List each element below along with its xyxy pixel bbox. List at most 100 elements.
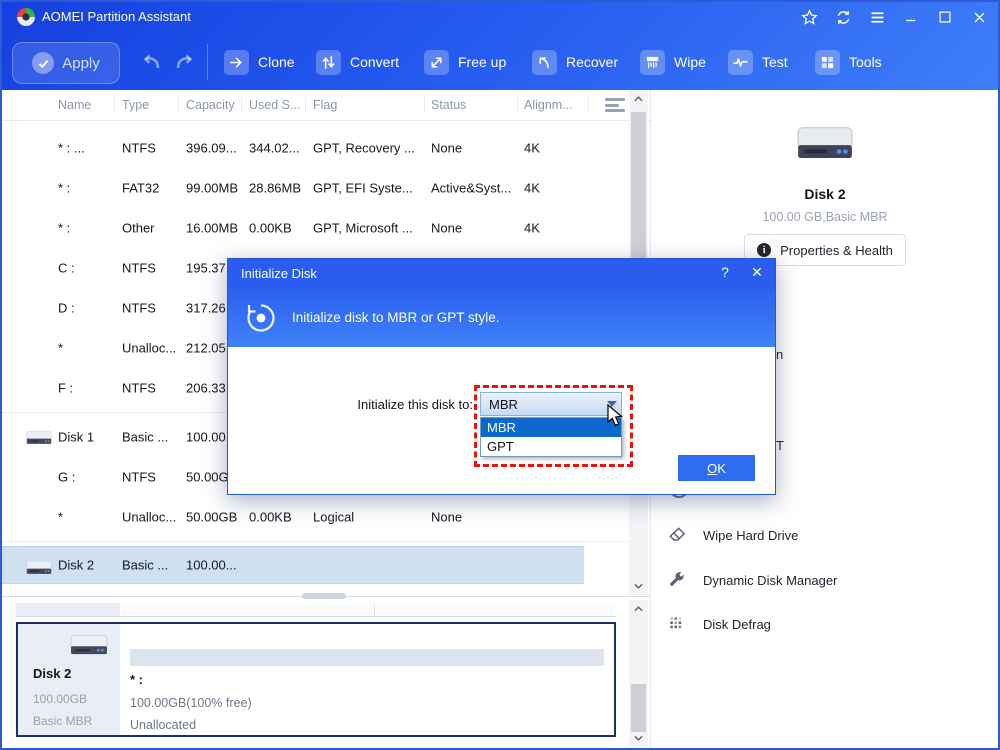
- toolbar-button-test[interactable]: Test: [728, 49, 788, 75]
- maximize-icon[interactable]: [928, 0, 962, 34]
- cell-used: 0.00KB: [249, 221, 292, 236]
- column-header-status[interactable]: Status: [431, 98, 466, 112]
- column-divider: [424, 97, 425, 113]
- disk-row-disk2[interactable]: Disk 2Basic ...100.00...: [0, 546, 584, 584]
- sidebar-item-label: Dynamic Disk Manager: [703, 573, 837, 588]
- partition-row-[interactable]: * :FAT3299.00MB28.86MBGPT, EFI Syste...A…: [0, 168, 628, 208]
- disk-icon: [26, 559, 52, 576]
- cell-type: NTFS: [122, 381, 156, 396]
- column-header-alignm[interactable]: Alignm...: [524, 98, 573, 112]
- test-icon: [728, 50, 753, 75]
- disk-icon: [70, 633, 108, 658]
- toolbar-separator: [207, 44, 208, 80]
- scroll-up-icon[interactable]: [629, 90, 648, 108]
- sidebar-disk-title: Disk 2: [651, 186, 999, 202]
- minimize-icon[interactable]: [894, 0, 928, 34]
- toolbar-button-convert[interactable]: Convert: [316, 49, 399, 75]
- divider-handle[interactable]: [302, 593, 346, 599]
- toolbar-button-recover[interactable]: Recover: [532, 49, 618, 75]
- disk-style-combobox[interactable]: MBR: [480, 392, 622, 416]
- toolbar: Apply Clone Convert Free up Recover Wipe Test…: [0, 34, 1000, 90]
- initialize-icon: [245, 302, 277, 334]
- table-header: Name Type Capacity Used S... Flag Status Align…: [0, 90, 650, 121]
- sidebar-item-disk-defrag[interactable]: Disk Defrag: [667, 612, 771, 636]
- previous-disk-panel-edge: [16, 603, 616, 617]
- cell-type: Unalloc...: [122, 510, 176, 525]
- cell-type: NTFS: [122, 261, 156, 276]
- dialog-title: Initialize Disk: [241, 266, 317, 281]
- ok-button[interactable]: OK: [678, 455, 755, 481]
- toolbar-button-label: Test: [762, 54, 788, 70]
- partition-type: Unallocated: [130, 718, 196, 732]
- disk2-panel[interactable]: Disk 2 100.00GB Basic MBR * : 100.00GB(1…: [16, 622, 616, 737]
- refresh-icon[interactable]: [826, 0, 860, 34]
- group-separator: [0, 537, 628, 546]
- bottom-scrollbar[interactable]: [629, 600, 648, 747]
- scroll-up-icon[interactable]: [629, 600, 648, 618]
- disk2-panel-label: Disk 2 100.00GB Basic MBR: [18, 624, 120, 735]
- scroll-down-icon[interactable]: [629, 729, 648, 747]
- properties-health-label: Properties & Health: [780, 243, 893, 258]
- dropdown-option-mbr[interactable]: MBR: [481, 418, 621, 437]
- toolbar-button-label: Tools: [849, 54, 882, 70]
- cell-type: FAT32: [122, 181, 159, 196]
- mouse-cursor: [607, 404, 625, 430]
- partition-row-[interactable]: *Unalloc...50.00GB0.00KBLogicalNone: [0, 497, 628, 537]
- cell-name: D :: [58, 301, 75, 316]
- toolbar-button-label: Wipe: [674, 54, 706, 70]
- cell-status: None: [431, 221, 462, 236]
- cell-capacity: 396.09...: [186, 141, 237, 156]
- view-options-icon[interactable]: [605, 98, 625, 112]
- toolbar-button-wipe[interactable]: Wipe: [640, 49, 706, 75]
- column-header-capacity[interactable]: Capacity: [186, 98, 235, 112]
- freeup-icon: [424, 50, 449, 75]
- close-icon[interactable]: [962, 0, 996, 34]
- initialize-disk-dialog: Initialize Disk ? ✕ Initialize disk to M…: [227, 258, 776, 495]
- dropdown-option-gpt[interactable]: GPT: [481, 437, 621, 456]
- toolbar-button-free-up[interactable]: Free up: [424, 49, 506, 75]
- dialog-help-icon[interactable]: ?: [716, 264, 734, 280]
- cell-name: * :: [58, 181, 70, 196]
- header: AOMEI Partition Assistant: [0, 0, 1000, 90]
- partition-size: 100.00GB(100% free): [130, 696, 252, 710]
- check-icon: [32, 52, 54, 74]
- disk-graphic-panel: Disk 2 100.00GB Basic MBR * : 100.00GB(1…: [0, 600, 629, 747]
- partition-bar[interactable]: [130, 649, 604, 666]
- apply-label: Apply: [62, 55, 100, 72]
- scrollbar-thumb[interactable]: [631, 684, 646, 732]
- column-header-type[interactable]: Type: [122, 98, 149, 112]
- dialog-close-icon[interactable]: ✕: [748, 264, 766, 281]
- cell-name: C :: [58, 261, 75, 276]
- partition-row-[interactable]: * : ...NTFS396.09...344.02...GPT, Recove…: [0, 128, 628, 168]
- covered-menu-text-fragment: n: [776, 347, 783, 362]
- column-divider: [588, 97, 589, 113]
- sidebar-disk-subtitle: 100.00 GB,Basic MBR: [651, 210, 999, 224]
- toolbar-button-clone[interactable]: Clone: [224, 49, 295, 75]
- tools-icon: [815, 50, 840, 75]
- sidebar-item-wipe-hard-drive[interactable]: Wipe Hard Drive: [667, 523, 798, 547]
- disk-defrag-icon: [667, 614, 687, 634]
- column-header-useds[interactable]: Used S...: [249, 98, 300, 112]
- column-divider: [241, 97, 242, 113]
- sidebar-item-dynamic-disk-manager[interactable]: Dynamic Disk Manager: [667, 568, 837, 592]
- covered-menu-text-fragment: T: [776, 438, 784, 453]
- scroll-down-icon[interactable]: [629, 577, 648, 595]
- dialog-titlebar[interactable]: Initialize Disk ? ✕: [228, 259, 775, 289]
- column-header-flag[interactable]: Flag: [313, 98, 337, 112]
- sidebar-item-label: Disk Defrag: [703, 617, 771, 632]
- toolbar-button-label: Clone: [258, 54, 295, 70]
- dialog-banner: Initialize disk to MBR or GPT style.: [228, 289, 775, 347]
- column-header-name[interactable]: Name: [58, 98, 91, 112]
- partition-row-[interactable]: * :Other16.00MB0.00KBGPT, Microsoft ...N…: [0, 208, 628, 248]
- apply-button[interactable]: Apply: [12, 42, 120, 84]
- redo-icon[interactable]: [172, 53, 196, 73]
- column-divider: [114, 97, 115, 113]
- cell-status: Active&Syst...: [431, 181, 511, 196]
- favorite-icon[interactable]: [792, 0, 826, 34]
- titlebar-controls: [792, 0, 996, 34]
- clone-icon: [224, 50, 249, 75]
- undo-icon[interactable]: [140, 53, 164, 73]
- menu-icon[interactable]: [860, 0, 894, 34]
- toolbar-button-tools[interactable]: Tools: [815, 49, 882, 75]
- toolbar-button-label: Free up: [458, 54, 506, 70]
